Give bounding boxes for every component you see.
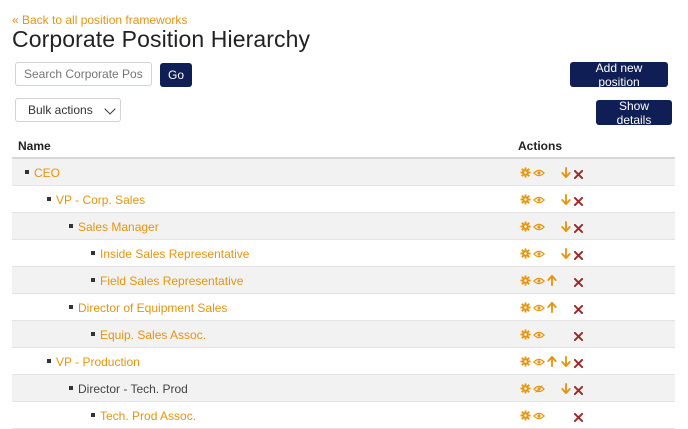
column-header-actions: Actions bbox=[518, 139, 563, 153]
position-name[interactable]: Field Sales Representative bbox=[100, 274, 243, 288]
column-header-name: Name bbox=[18, 139, 51, 153]
gear-icon[interactable] bbox=[520, 248, 531, 259]
add-new-position-button[interactable]: Add new position bbox=[570, 61, 668, 89]
position-name[interactable]: VP - Corp. Sales bbox=[56, 193, 145, 207]
bullet-icon bbox=[47, 197, 51, 201]
go-button[interactable]: Go bbox=[160, 63, 192, 87]
gear-icon[interactable] bbox=[520, 275, 531, 286]
position-name[interactable]: Equip. Sales Assoc. bbox=[100, 328, 206, 342]
eye-icon[interactable] bbox=[533, 410, 545, 420]
table-row: Inside Sales Representative bbox=[12, 240, 675, 267]
bullet-icon bbox=[69, 386, 73, 390]
arrow-down-icon[interactable] bbox=[561, 356, 571, 367]
table-row: Director of Equipment Sales bbox=[12, 294, 675, 321]
position-name[interactable]: VP - Production bbox=[56, 355, 140, 369]
eye-icon[interactable] bbox=[533, 221, 545, 231]
bulk-actions-select[interactable]: Bulk actions bbox=[15, 98, 121, 122]
gear-icon[interactable] bbox=[520, 383, 531, 394]
arrow-up-icon[interactable] bbox=[547, 302, 557, 313]
eye-icon[interactable] bbox=[533, 356, 545, 366]
position-name[interactable]: Tech. Prod Assoc. bbox=[100, 409, 196, 423]
eye-icon[interactable] bbox=[533, 248, 545, 258]
position-name: Director - Tech. Prod bbox=[78, 382, 188, 396]
position-name[interactable]: Inside Sales Representative bbox=[100, 247, 249, 261]
delete-x-icon[interactable] bbox=[573, 195, 584, 207]
show-details-button[interactable]: Show details bbox=[596, 99, 672, 127]
eye-icon[interactable] bbox=[533, 194, 545, 204]
bullet-icon bbox=[69, 224, 73, 228]
chevron-down-icon bbox=[104, 103, 116, 115]
gear-icon[interactable] bbox=[520, 194, 531, 205]
bullet-icon bbox=[25, 170, 29, 174]
table-row: CEO bbox=[12, 159, 675, 186]
bullet-icon bbox=[91, 413, 95, 417]
delete-x-icon[interactable] bbox=[573, 168, 584, 180]
eye-icon[interactable] bbox=[533, 302, 545, 312]
arrow-down-icon[interactable] bbox=[561, 167, 571, 178]
eye-icon[interactable] bbox=[533, 167, 545, 177]
table-row: VP - Corp. Sales bbox=[12, 186, 675, 213]
arrow-up-icon[interactable] bbox=[547, 275, 557, 286]
arrow-up-icon[interactable] bbox=[547, 356, 557, 367]
bullet-icon bbox=[69, 305, 73, 309]
delete-x-icon[interactable] bbox=[573, 384, 584, 396]
back-to-frameworks-link[interactable]: « Back to all position frameworks bbox=[12, 13, 187, 27]
gear-icon[interactable] bbox=[520, 302, 531, 313]
page-title: Corporate Position Hierarchy bbox=[12, 26, 311, 52]
delete-x-icon[interactable] bbox=[573, 303, 584, 315]
eye-icon[interactable] bbox=[533, 275, 545, 285]
table-row: Field Sales Representative bbox=[12, 267, 675, 294]
table-row: Sales Manager bbox=[12, 213, 675, 240]
gear-icon[interactable] bbox=[520, 410, 531, 421]
eye-icon[interactable] bbox=[533, 383, 545, 393]
delete-x-icon[interactable] bbox=[573, 357, 584, 369]
delete-x-icon[interactable] bbox=[573, 330, 584, 342]
delete-x-icon[interactable] bbox=[573, 276, 584, 288]
table-header: Name Actions bbox=[12, 134, 675, 159]
bulk-actions-label: Bulk actions bbox=[28, 103, 93, 117]
delete-x-icon[interactable] bbox=[573, 222, 584, 234]
position-table-body: CEO VP - Corp. Sales Sales Manager Inside S… bbox=[12, 159, 675, 429]
gear-icon[interactable] bbox=[520, 329, 531, 340]
table-row: Director - Tech. Prod bbox=[12, 375, 675, 402]
bullet-icon bbox=[91, 332, 95, 336]
position-name[interactable]: CEO bbox=[34, 166, 60, 180]
gear-icon[interactable] bbox=[520, 167, 531, 178]
gear-icon[interactable] bbox=[520, 356, 531, 367]
gear-icon[interactable] bbox=[520, 221, 531, 232]
arrow-down-icon[interactable] bbox=[561, 248, 571, 259]
eye-icon[interactable] bbox=[533, 329, 545, 339]
table-row: Tech. Prod Assoc. bbox=[12, 402, 675, 429]
delete-x-icon[interactable] bbox=[573, 411, 584, 423]
arrow-down-icon[interactable] bbox=[561, 194, 571, 205]
arrow-down-icon[interactable] bbox=[561, 221, 571, 232]
position-name[interactable]: Sales Manager bbox=[78, 220, 159, 234]
table-row: VP - Production bbox=[12, 348, 675, 375]
delete-x-icon[interactable] bbox=[573, 249, 584, 261]
search-input[interactable] bbox=[15, 62, 152, 86]
bullet-icon bbox=[91, 278, 95, 282]
table-row: Equip. Sales Assoc. bbox=[12, 321, 675, 348]
arrow-down-icon[interactable] bbox=[561, 383, 571, 394]
bullet-icon bbox=[47, 359, 51, 363]
position-name[interactable]: Director of Equipment Sales bbox=[78, 301, 227, 315]
bullet-icon bbox=[91, 251, 95, 255]
